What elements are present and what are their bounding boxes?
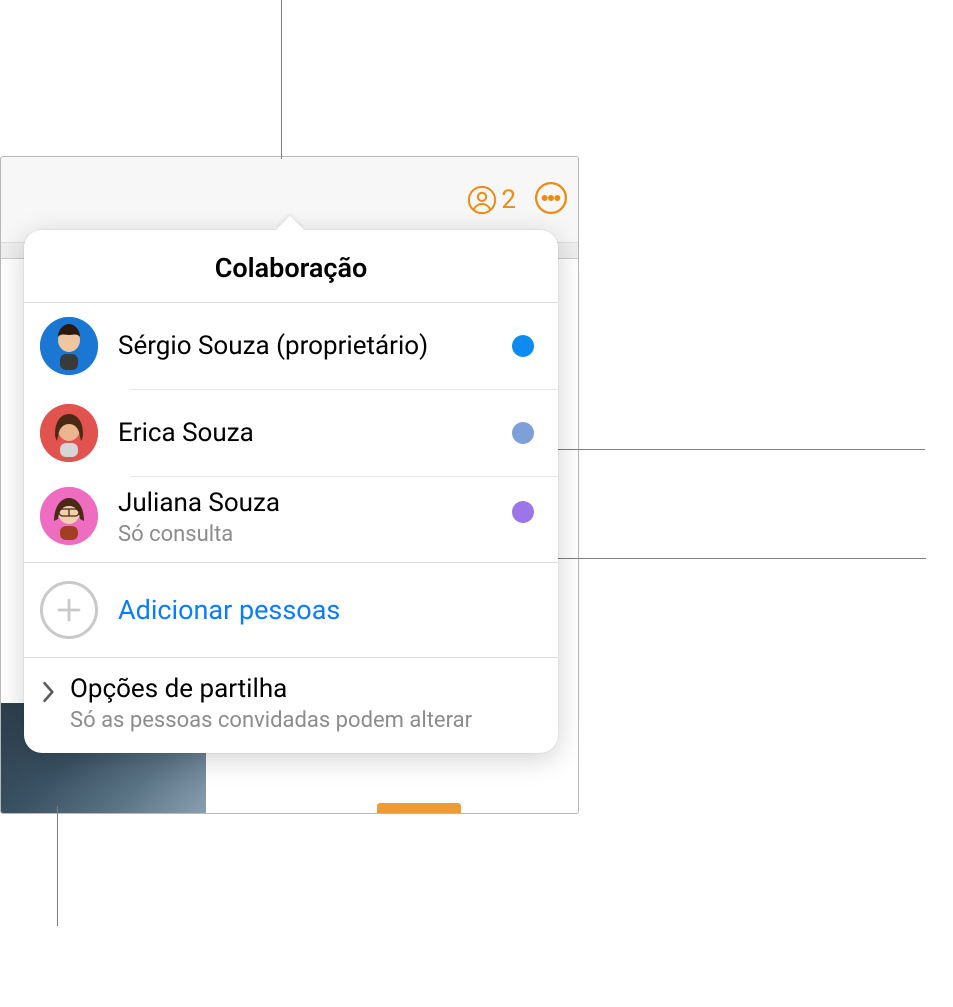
- participant-name: Erica Souza: [118, 417, 492, 450]
- more-button[interactable]: [534, 181, 568, 219]
- memoji-icon: [40, 404, 98, 462]
- collaboration-button[interactable]: 2: [467, 185, 516, 215]
- avatar: [40, 317, 98, 375]
- people-count: 2: [501, 187, 516, 213]
- memoji-icon: [40, 487, 98, 545]
- share-options-desc: Só as pessoas convidadas podem alterar: [70, 708, 472, 733]
- participant-permission: Só consulta: [118, 522, 492, 548]
- memoji-icon: [40, 317, 98, 375]
- participant-text: Sérgio Souza (proprietário): [118, 330, 492, 363]
- participant-row[interactable]: Sérgio Souza (proprietário): [24, 303, 558, 389]
- share-options-title: Opções de partilha: [70, 674, 472, 704]
- presence-dot: [512, 422, 534, 444]
- share-options-button[interactable]: Opções de partilha Só as pessoas convida…: [24, 658, 558, 753]
- presence-dot: [512, 335, 534, 357]
- presence-dot: [512, 501, 534, 523]
- participant-name: Juliana Souza: [118, 487, 492, 520]
- person-icon: [467, 185, 497, 215]
- avatar: [40, 404, 98, 462]
- add-people-button[interactable]: Adicionar pessoas: [24, 563, 558, 657]
- avatar: [40, 487, 98, 545]
- document-badge: [377, 803, 461, 814]
- participant-row[interactable]: Erica Souza: [24, 390, 558, 476]
- callout-line: [281, 0, 282, 159]
- collaboration-popover: Colaboração Sérgio Souza (proprietário): [24, 230, 558, 753]
- callout-line: [57, 806, 58, 926]
- share-options-text: Opções de partilha Só as pessoas convida…: [70, 674, 472, 733]
- plus-circle-icon: [40, 581, 98, 639]
- add-people-label: Adicionar pessoas: [118, 594, 340, 626]
- callout-line: [545, 449, 925, 450]
- ellipsis-circle-icon: [534, 181, 568, 215]
- chevron-right-icon: [38, 677, 60, 707]
- participant-name: Sérgio Souza (proprietário): [118, 330, 492, 363]
- popover-title: Colaboração: [24, 230, 558, 302]
- participant-text: Erica Souza: [118, 417, 492, 450]
- participant-row[interactable]: Juliana Souza Só consulta: [24, 477, 558, 562]
- participant-text: Juliana Souza Só consulta: [118, 487, 492, 548]
